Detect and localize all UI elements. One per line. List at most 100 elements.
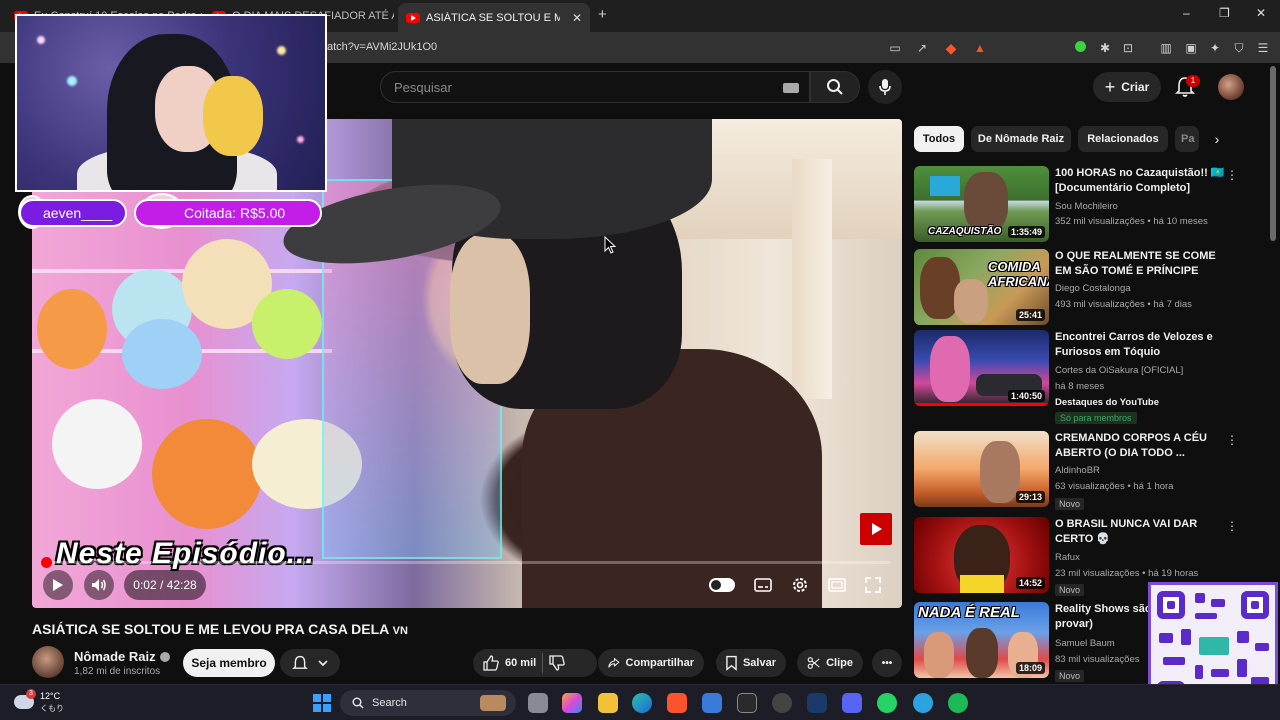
video-thumbnail[interactable]: NADA É REAL 18:09 [914,602,1049,678]
vpn-icon[interactable]: ⛉ [1231,40,1247,56]
create-button[interactable]: + Criar [1093,72,1161,102]
close-window-button[interactable]: ✕ [1256,6,1266,20]
windows-start-icon[interactable] [313,694,331,712]
recommendation-channel[interactable]: Diego Costalonga [1055,283,1131,294]
join-membership-button[interactable]: Seja membro [183,649,275,677]
brave-browser-icon[interactable] [667,693,687,713]
chip-from-channel[interactable]: De Nômade Raiz [971,126,1071,152]
qr-module [1237,659,1247,677]
recommendation-channel[interactable]: Sou Mochileiro [1055,201,1118,212]
video-duration: 18:09 [1015,662,1045,674]
recommendation-channel[interactable]: AldinhoBR [1055,465,1100,476]
microsoft-store-icon[interactable] [702,693,722,713]
copilot-icon[interactable] [562,693,582,713]
extensions-icon[interactable]: ✱ [1097,40,1113,56]
thumbs-up-icon[interactable] [483,655,499,671]
fullscreen-icon[interactable] [864,577,881,593]
qr-module [1237,631,1249,643]
url-field[interactable]: atch?v=AVMi2JUk1O0 [327,41,437,53]
leo-ai-icon[interactable]: ✦ [1207,40,1223,56]
windows-taskbar: 3 12°C くもり Search [0,684,1280,720]
edge-icon[interactable] [632,693,652,713]
browser-menu-icon[interactable]: ☰ [1255,40,1271,56]
video-thumbnail[interactable]: 1:40:50 [914,330,1049,406]
brave-shields-icon[interactable]: ◆ [943,40,959,56]
recommendation-channel[interactable]: Samuel Baum [1055,638,1115,649]
autoplay-toggle[interactable] [709,578,736,592]
channel-avatar[interactable] [32,646,64,678]
video-thumbnail[interactable]: 14:52 [914,517,1049,593]
like-count[interactable]: 60 mil [505,657,536,669]
brave-rewards-icon[interactable]: ▲ [972,40,988,56]
recommendation-item[interactable]: CAZAQUISTÃO 1:35:49 100 HORAS no Cazaqui… [914,166,1259,246]
subtitles-icon[interactable] [754,578,772,592]
chevron-right-icon[interactable]: › [1207,129,1227,149]
more-actions-button[interactable]: ••• [872,649,902,677]
browser-tab-active[interactable]: ASIÁTICA SE SOLTOU E ME LEVOU... ✕ [398,3,590,32]
channel-name[interactable]: Nômade Raiz [74,649,170,664]
more-options-icon[interactable]: ⋮ [1226,168,1238,182]
recommendation-title[interactable]: O BRASIL NUNCA VAI DAR CERTO 💀 [1055,517,1230,547]
subscribe-watermark-icon[interactable] [860,513,892,545]
weather-temperature[interactable]: 12°C [40,691,60,701]
chip-all[interactable]: Todos [914,126,964,152]
share-page-icon[interactable]: ↗ [914,40,930,56]
search-box[interactable]: Pesquisar [380,71,810,103]
recommendation-title[interactable]: CREMANDO CORPOS A CÉU ABERTO (O DIA TODO… [1055,431,1230,461]
cast-icon[interactable]: ▭ [887,40,903,56]
thumbs-down-icon[interactable] [549,655,565,671]
subscription-bell-button[interactable] [280,649,340,677]
share-button[interactable]: Compartilhar [598,649,704,677]
file-explorer-icon[interactable] [598,693,618,713]
volume-button[interactable] [84,570,114,600]
tab-search-icon[interactable]: ⊡ [1120,40,1136,56]
telegram-icon[interactable] [913,693,933,713]
progress-bar[interactable] [41,557,890,568]
spotify-icon[interactable] [948,693,968,713]
progress-scrubber[interactable] [41,557,52,568]
taskbar-search[interactable]: Search [340,690,516,716]
account-avatar[interactable] [1218,74,1244,100]
discord-icon[interactable] [842,693,862,713]
tab-close-icon[interactable]: ✕ [572,11,582,25]
youtube-favicon-icon [406,12,420,23]
whatsapp-icon[interactable] [877,693,897,713]
steam-icon[interactable] [807,693,827,713]
task-view-icon[interactable] [528,693,548,713]
qr-module [1159,633,1173,643]
more-options-icon[interactable]: ⋮ [1226,433,1238,447]
video-thumbnail[interactable]: CAZAQUISTÃO 1:35:49 [914,166,1049,242]
new-tab-button[interactable]: + [598,6,607,23]
play-button[interactable] [43,570,73,600]
more-options-icon[interactable]: ⋮ [1226,519,1238,533]
video-thumbnail[interactable]: COMIDA AFRICANA? 25:41 [914,249,1049,325]
recommendation-channel[interactable]: Rafux [1055,552,1080,563]
search-button[interactable] [810,71,860,103]
page-scrollbar[interactable] [1270,66,1276,241]
chip-related[interactable]: Relacionados [1078,126,1168,152]
extension-status-icon[interactable] [1075,41,1086,52]
maximize-button[interactable]: ❐ [1219,6,1230,20]
obs-icon[interactable] [772,693,792,713]
recommendation-title[interactable]: O QUE REALMENTE SE COME EM SÃO TOMÉ E PR… [1055,249,1230,279]
recommendation-item[interactable]: 29:13 CREMANDO CORPOS A CÉU ABERTO (O DI… [914,431,1259,511]
chip-partial[interactable]: Pa [1175,126,1199,152]
recommendation-item[interactable]: COMIDA AFRICANA? 25:41 O QUE REALMENTE S… [914,249,1259,329]
voice-search-button[interactable] [868,70,902,104]
recommendation-title[interactable]: 100 HORAS no Cazaquistão!! 🇰🇿 [Documentá… [1055,166,1230,196]
minimize-button[interactable]: – [1183,6,1190,20]
recommendation-item[interactable]: 1:40:50 Encontrei Carros de Velozes e Fu… [914,330,1259,425]
clip-button[interactable]: Clipe [797,649,863,677]
wallet-icon[interactable]: ▣ [1183,40,1199,56]
settings-gear-icon[interactable] [791,576,809,594]
sidebar-toggle-icon[interactable]: ▥ [1158,40,1174,56]
recommendation-channel[interactable]: Cortes da OiSakura [OFICIAL] [1055,365,1183,376]
save-button[interactable]: Salvar [716,649,786,677]
recommendation-title[interactable]: Encontrei Carros de Velozes e Furiosos e… [1055,330,1230,360]
theater-mode-icon[interactable] [827,578,846,592]
capcut-icon[interactable] [737,693,757,713]
search-input[interactable]: Pesquisar [394,80,452,95]
recommendation-meta: 23 mil visualizações • há 19 horas [1055,568,1199,579]
keyboard-icon[interactable] [783,83,799,93]
video-thumbnail[interactable]: 29:13 [914,431,1049,507]
